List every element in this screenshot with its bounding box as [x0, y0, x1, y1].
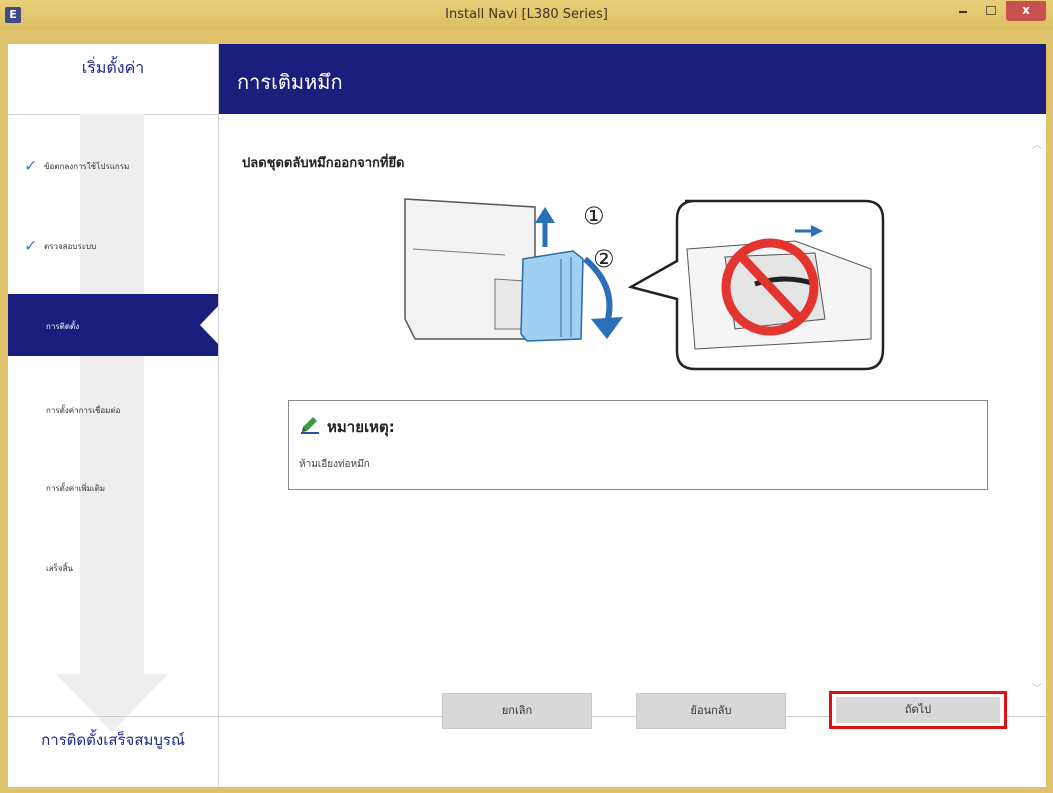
content-scrollbar[interactable]: ︿ ﹀	[1028, 114, 1046, 714]
sidebar-step-connection: การตั้งค่าการเชื่อมต่อ	[8, 394, 218, 424]
sidebar-step-label: การตั้งค่าเพิ่มเติม	[46, 484, 106, 493]
page-title: การเติมหมึก	[237, 70, 343, 94]
instruction-text: ปลดชุดตลับหมึกออกจากที่ยึด	[242, 156, 405, 171]
note-text: ห้ามเอียงท่อหมึก	[299, 459, 370, 470]
maximize-button[interactable]	[980, 1, 1002, 21]
note-box: หมายเหตุ: ห้ามเอียงท่อหมึก	[288, 400, 988, 490]
installer-window: เริ่มตั้งค่า ✓ ข้อตกลงการใช้โปรแกรม ✓ ตร…	[8, 44, 1046, 787]
sidebar-footer: การติดตั้งเสร็จสมบูรณ์	[41, 731, 185, 749]
close-button[interactable]: x	[1006, 1, 1046, 21]
step-marker-1: ①	[583, 202, 605, 230]
minimize-button[interactable]	[952, 1, 974, 21]
sidebar-step-label: เสร็จสิ้น	[46, 564, 73, 573]
page-header: การเติมหมึก	[219, 44, 1046, 114]
window-title: Install Navi [L380 Series]	[445, 7, 608, 22]
cancel-button[interactable]: ยกเลิก	[442, 693, 592, 729]
step-marker-2: ②	[593, 245, 615, 273]
sidebar-step-system-check: ✓ ตรวจสอบระบบ	[8, 230, 218, 260]
sidebar-step-label: การตั้งค่าการเชื่อมต่อ	[46, 406, 121, 415]
back-button[interactable]: ย้อนกลับ	[636, 693, 786, 729]
progress-sidebar: เริ่มตั้งค่า ✓ ข้อตกลงการใช้โปรแกรม ✓ ตร…	[8, 44, 219, 787]
scroll-up-icon[interactable]: ︿	[1031, 136, 1043, 151]
sidebar-step-label: ตรวจสอบระบบ	[44, 242, 97, 251]
note-title: หมายเหตุ:	[327, 418, 395, 436]
sidebar-step-label: ข้อตกลงการใช้โปรแกรม	[44, 162, 130, 171]
sidebar-step-extra-settings: การตั้งค่าเพิ่มเติม	[8, 472, 218, 502]
sidebar-step-installation: การติดตั้ง	[8, 294, 218, 356]
sidebar-step-finish: เสร็จสิ้น	[8, 552, 218, 582]
sidebar-footer-divider	[8, 716, 218, 717]
progress-arrow-head	[56, 674, 168, 732]
ink-cartridge-illustration: ① ②	[404, 198, 885, 371]
pencil-note-icon	[301, 417, 319, 434]
active-step-pointer	[200, 304, 218, 346]
next-button[interactable]: ถัดไป	[836, 697, 1000, 723]
sidebar-step-license: ✓ ข้อตกลงการใช้โปรแกรม	[8, 150, 218, 180]
check-icon: ✓	[24, 236, 38, 255]
content-area: ปลดชุดตลับหมึกออกจากที่ยึด ① ② หมายเหตุ:…	[219, 114, 1046, 714]
title-bar: E Install Navi [L380 Series] x	[0, 0, 1053, 30]
sidebar-step-label: การติดตั้ง	[46, 322, 80, 331]
check-icon: ✓	[24, 156, 38, 175]
sidebar-heading: เริ่มตั้งค่า	[81, 58, 145, 77]
next-button-highlight: ถัดไป	[829, 691, 1007, 729]
scroll-down-icon[interactable]: ﹀	[1031, 680, 1043, 695]
